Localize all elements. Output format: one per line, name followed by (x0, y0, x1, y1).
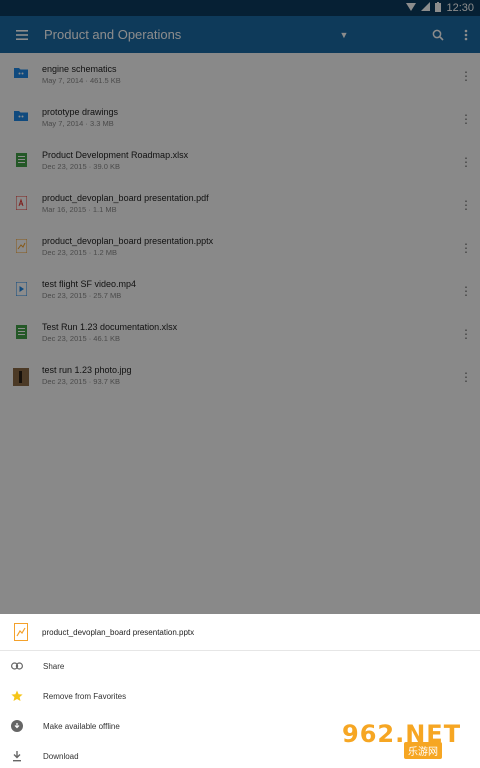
offline-download-icon (0, 720, 34, 732)
star-icon (0, 690, 34, 702)
link-icon (0, 662, 34, 670)
action-label: Make available offline (43, 721, 120, 731)
share-action[interactable]: Share (0, 651, 480, 681)
action-label: Remove from Favorites (43, 691, 127, 701)
sheet-header: product_devoplan_board presentation.pptx (0, 614, 480, 651)
presentation-icon (0, 623, 42, 641)
sheet-file-name: product_devoplan_board presentation.pptx (42, 627, 195, 637)
bottom-sheet: product_devoplan_board presentation.pptx… (0, 614, 480, 768)
download-icon (0, 750, 34, 762)
watermark-main: 962.NET (342, 720, 462, 748)
site-watermark: 962.NET 乐游网 (342, 720, 472, 762)
remove-favorites-action[interactable]: Remove from Favorites (0, 681, 480, 711)
action-label: Share (43, 661, 65, 671)
watermark-sub: 乐游网 (404, 742, 442, 759)
action-label: Download (43, 751, 79, 761)
